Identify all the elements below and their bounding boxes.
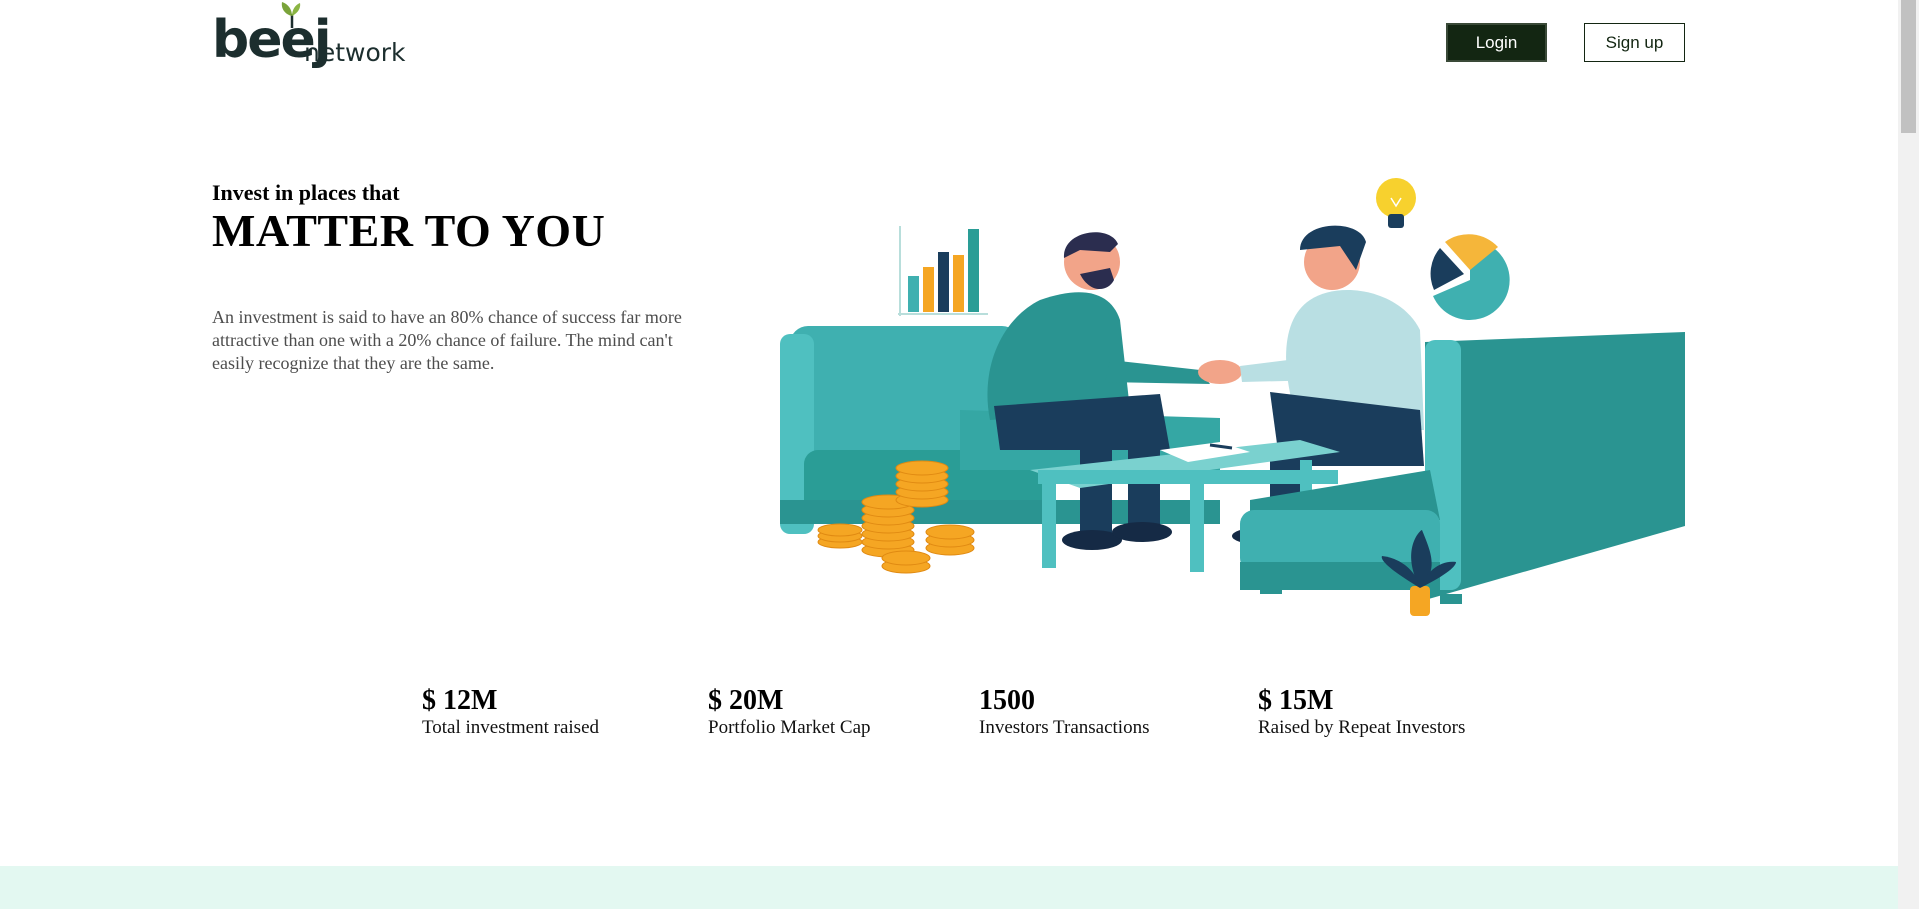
stat-repeat-investors: $ 15M Raised by Repeat Investors <box>1258 685 1465 739</box>
brand-logo[interactable]: beej network <box>212 0 406 80</box>
page: beej network Login Sign up Invest in pla… <box>0 0 1898 909</box>
stat-value: 1500 <box>979 685 1035 716</box>
stat-transactions: 1500 Investors Transactions <box>979 685 1149 739</box>
stat-value: $ 12M <box>422 685 498 716</box>
stat-label: Portfolio Market Cap <box>708 717 871 738</box>
hero-tagline: Invest in places that <box>212 180 400 205</box>
handshake <box>1198 360 1242 384</box>
logo-subtitle: network <box>304 38 406 67</box>
pie-chart-icon <box>1430 234 1510 320</box>
stat-label: Investors Transactions <box>979 717 1150 738</box>
login-button[interactable]: Login <box>1446 23 1547 62</box>
stat-total-investment: $ 12M Total investment raised <box>422 685 599 739</box>
vertical-scrollbar[interactable] <box>1898 0 1919 909</box>
hero-description: An investment is said to have an 80% cha… <box>212 307 682 373</box>
stat-value: $ 15M <box>1258 685 1334 716</box>
next-section-band <box>0 866 1898 909</box>
stat-value: $ 20M <box>708 685 784 716</box>
signup-button[interactable]: Sign up <box>1584 23 1685 62</box>
stat-label: Raised by Repeat Investors <box>1258 717 1466 738</box>
hero-headline: MATTER TO YOU <box>212 205 606 256</box>
stat-label: Total investment raised <box>422 717 600 738</box>
bar-chart-icon <box>898 226 988 316</box>
stat-portfolio-cap: $ 20M Portfolio Market Cap <box>708 685 871 739</box>
scrollbar-thumb[interactable] <box>1901 0 1916 133</box>
lightbulb-icon <box>1376 178 1416 228</box>
hero-illustration <box>780 178 1685 616</box>
